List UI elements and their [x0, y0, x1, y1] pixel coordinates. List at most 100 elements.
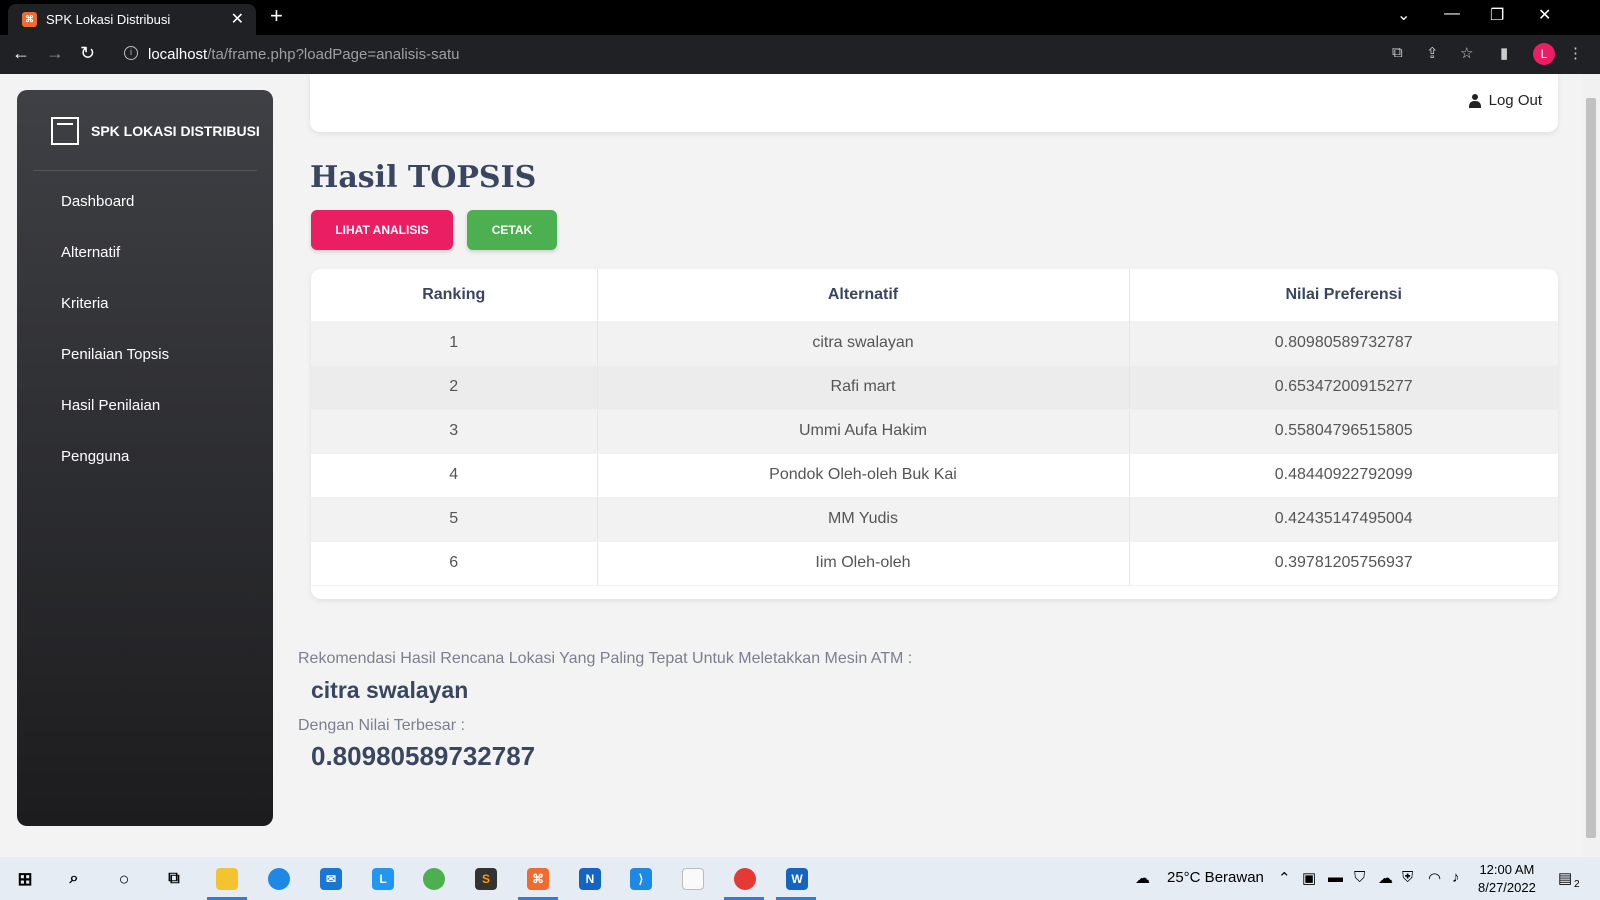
- date-label: 8/27/2022: [1478, 880, 1536, 895]
- vscode-icon[interactable]: ⟩: [630, 868, 652, 890]
- sidebar-item-label: Pengguna: [61, 448, 130, 465]
- file-explorer-icon[interactable]: [216, 868, 238, 890]
- chevron-down-icon[interactable]: ⌄: [1397, 5, 1410, 25]
- preference-cell: 0.80980589732787: [1128, 321, 1558, 366]
- alternative-cell: Rafi mart: [596, 365, 1129, 410]
- rank-cell: 5: [311, 497, 597, 542]
- browser-tabbar: ⌘ SPK Lokasi Distribusi ✕ + ⌄ — ❐ ✕: [0, 0, 1600, 35]
- divider: [33, 170, 257, 171]
- preference-cell: 0.48440922792099: [1128, 453, 1558, 498]
- preference-cell: 0.42435147495004: [1128, 497, 1558, 542]
- sidebar-item-pengguna[interactable]: Pengguna: [61, 449, 169, 508]
- scrollbar-thumb[interactable]: [1586, 98, 1596, 838]
- onedrive-icon[interactable]: ☁: [1378, 869, 1393, 887]
- app-icon[interactable]: N: [579, 868, 601, 890]
- top-navbar: Log Out: [310, 74, 1558, 132]
- logout-button[interactable]: Log Out: [1468, 92, 1542, 109]
- rank-cell: 2: [311, 365, 597, 410]
- scrollbar[interactable]: [1582, 74, 1600, 857]
- page-content: SPK LOKASI DISTRIBUSI Dashboard Alternat…: [0, 74, 1582, 857]
- brand[interactable]: SPK LOKASI DISTRIBUSI: [51, 116, 260, 146]
- mail-icon[interactable]: ✉: [320, 868, 342, 890]
- url-path: /ta/frame.php?loadPage=analisis-satu: [207, 46, 460, 63]
- page-title: Hasil TOPSIS: [310, 160, 537, 195]
- sidebar-item-label: Dashboard: [61, 193, 135, 210]
- security-icon[interactable]: ⛨: [1402, 869, 1413, 886]
- wifi-icon[interactable]: ◠: [1428, 869, 1441, 887]
- task-view-icon[interactable]: ⧉: [163, 868, 185, 890]
- edge-icon[interactable]: [268, 868, 290, 890]
- shield-icon[interactable]: ⛉: [1354, 869, 1365, 886]
- clock[interactable]: 12:00 AM 8/27/2022: [1478, 861, 1536, 897]
- notification-icon[interactable]: ▤: [1558, 869, 1572, 887]
- alternative-cell: Pondok Oleh-oleh Buk Kai: [596, 453, 1129, 498]
- side-panel-icon[interactable]: ▮: [1500, 44, 1508, 62]
- reload-icon[interactable]: ↻: [80, 43, 95, 64]
- results-table-card: Ranking Alternatif Nilai Preferensi 1 ci…: [311, 269, 1558, 599]
- recommendation-value: citra swalayan: [311, 677, 469, 703]
- table-row: 5 MM Yudis 0.42435147495004: [311, 497, 1558, 542]
- battery-icon[interactable]: ▬: [1328, 869, 1343, 886]
- browser-tab[interactable]: ⌘ SPK Lokasi Distribusi ✕: [8, 4, 256, 35]
- back-icon[interactable]: ←: [12, 43, 30, 64]
- column-header-alternatif: Alternatif: [596, 269, 1129, 321]
- bookmark-star-icon[interactable]: ☆: [1460, 44, 1473, 62]
- preference-cell: 0.39781205756937: [1128, 541, 1558, 586]
- preference-cell: 0.65347200915277: [1128, 365, 1558, 410]
- table-row: 2 Rafi mart 0.65347200915277: [311, 365, 1558, 410]
- word-icon[interactable]: W: [786, 868, 808, 890]
- alternative-cell: MM Yudis: [596, 497, 1129, 542]
- restore-icon[interactable]: ❐: [1490, 5, 1504, 25]
- column-header-ranking: Ranking: [422, 286, 486, 303]
- notepad-icon[interactable]: [682, 868, 704, 890]
- minimize-icon[interactable]: —: [1444, 5, 1460, 23]
- cortana-icon[interactable]: ○: [113, 868, 135, 890]
- alternative-cell: Ummi Aufa Hakim: [596, 409, 1129, 454]
- sidebar-item-label: Alternatif: [61, 244, 121, 261]
- address-bar: ← → ↻ i localhost/ta/frame.php?loadPage=…: [0, 35, 1600, 74]
- xampp-favicon-icon: ⌘: [22, 12, 37, 27]
- sidebar-item-label: Hasil Penilaian: [61, 397, 161, 414]
- logout-label: Log Out: [1488, 92, 1542, 109]
- xampp-icon[interactable]: ⌘: [527, 868, 549, 890]
- alternative-cell: Iim Oleh-oleh: [596, 541, 1129, 586]
- menu-icon[interactable]: ⋮: [1568, 44, 1583, 62]
- table-row: 3 Ummi Aufa Hakim 0.55804796515805: [311, 409, 1558, 454]
- alternative-cell: citra swalayan: [596, 321, 1129, 366]
- forward-icon[interactable]: →: [46, 43, 64, 64]
- rank-cell: 6: [311, 541, 597, 586]
- notification-count: 2: [1574, 879, 1580, 890]
- url-field[interactable]: i localhost/ta/frame.php?loadPage=analis…: [114, 39, 1454, 69]
- search-icon[interactable]: ⌕: [63, 868, 85, 890]
- new-tab-icon[interactable]: +: [270, 3, 283, 29]
- sidebar-item-label: Penilaian Topsis: [61, 346, 170, 363]
- chrome-profile-icon[interactable]: [734, 868, 756, 890]
- chrome-icon[interactable]: [423, 868, 445, 890]
- preference-cell: 0.55804796515805: [1128, 409, 1558, 454]
- profile-avatar[interactable]: L: [1533, 43, 1555, 65]
- volume-icon[interactable]: ♪: [1452, 869, 1460, 886]
- share-icon[interactable]: ⇪: [1426, 44, 1439, 62]
- site-info-icon[interactable]: i: [124, 46, 138, 60]
- chevron-up-icon[interactable]: ⌃: [1278, 869, 1291, 887]
- rank-cell: 1: [311, 321, 597, 366]
- table-row: 6 Iim Oleh-oleh 0.39781205756937: [311, 541, 1558, 586]
- print-button[interactable]: CETAK: [467, 210, 557, 250]
- column-header-nilai-preferensi: Nilai Preferensi: [1128, 269, 1558, 321]
- sublime-icon[interactable]: S: [475, 868, 497, 890]
- best-score-label: Dengan Nilai Terbesar :: [298, 717, 465, 734]
- weather-label[interactable]: 25°C Berawan: [1167, 869, 1264, 886]
- sidebar-item-label: Kriteria: [61, 295, 109, 312]
- tray-app-icon[interactable]: ▣: [1302, 869, 1316, 887]
- rank-cell: 4: [311, 453, 597, 498]
- table-row: 1 citra swalayan 0.80980589732787: [311, 321, 1558, 366]
- tab-title: SPK Lokasi Distribusi: [46, 12, 171, 27]
- close-window-icon[interactable]: ✕: [1538, 5, 1551, 25]
- view-analysis-button[interactable]: LIHAT ANALISIS: [311, 210, 453, 250]
- lightshot-icon[interactable]: L: [372, 868, 394, 890]
- translate-icon[interactable]: ⧉: [1392, 44, 1403, 61]
- windows-start-icon[interactable]: ⊞: [14, 868, 36, 890]
- best-score-value: 0.80980589732787: [311, 741, 536, 771]
- close-tab-icon[interactable]: ✕: [231, 9, 244, 29]
- sidebar-menu: Dashboard Alternatif Kriteria Penilaian …: [61, 194, 170, 508]
